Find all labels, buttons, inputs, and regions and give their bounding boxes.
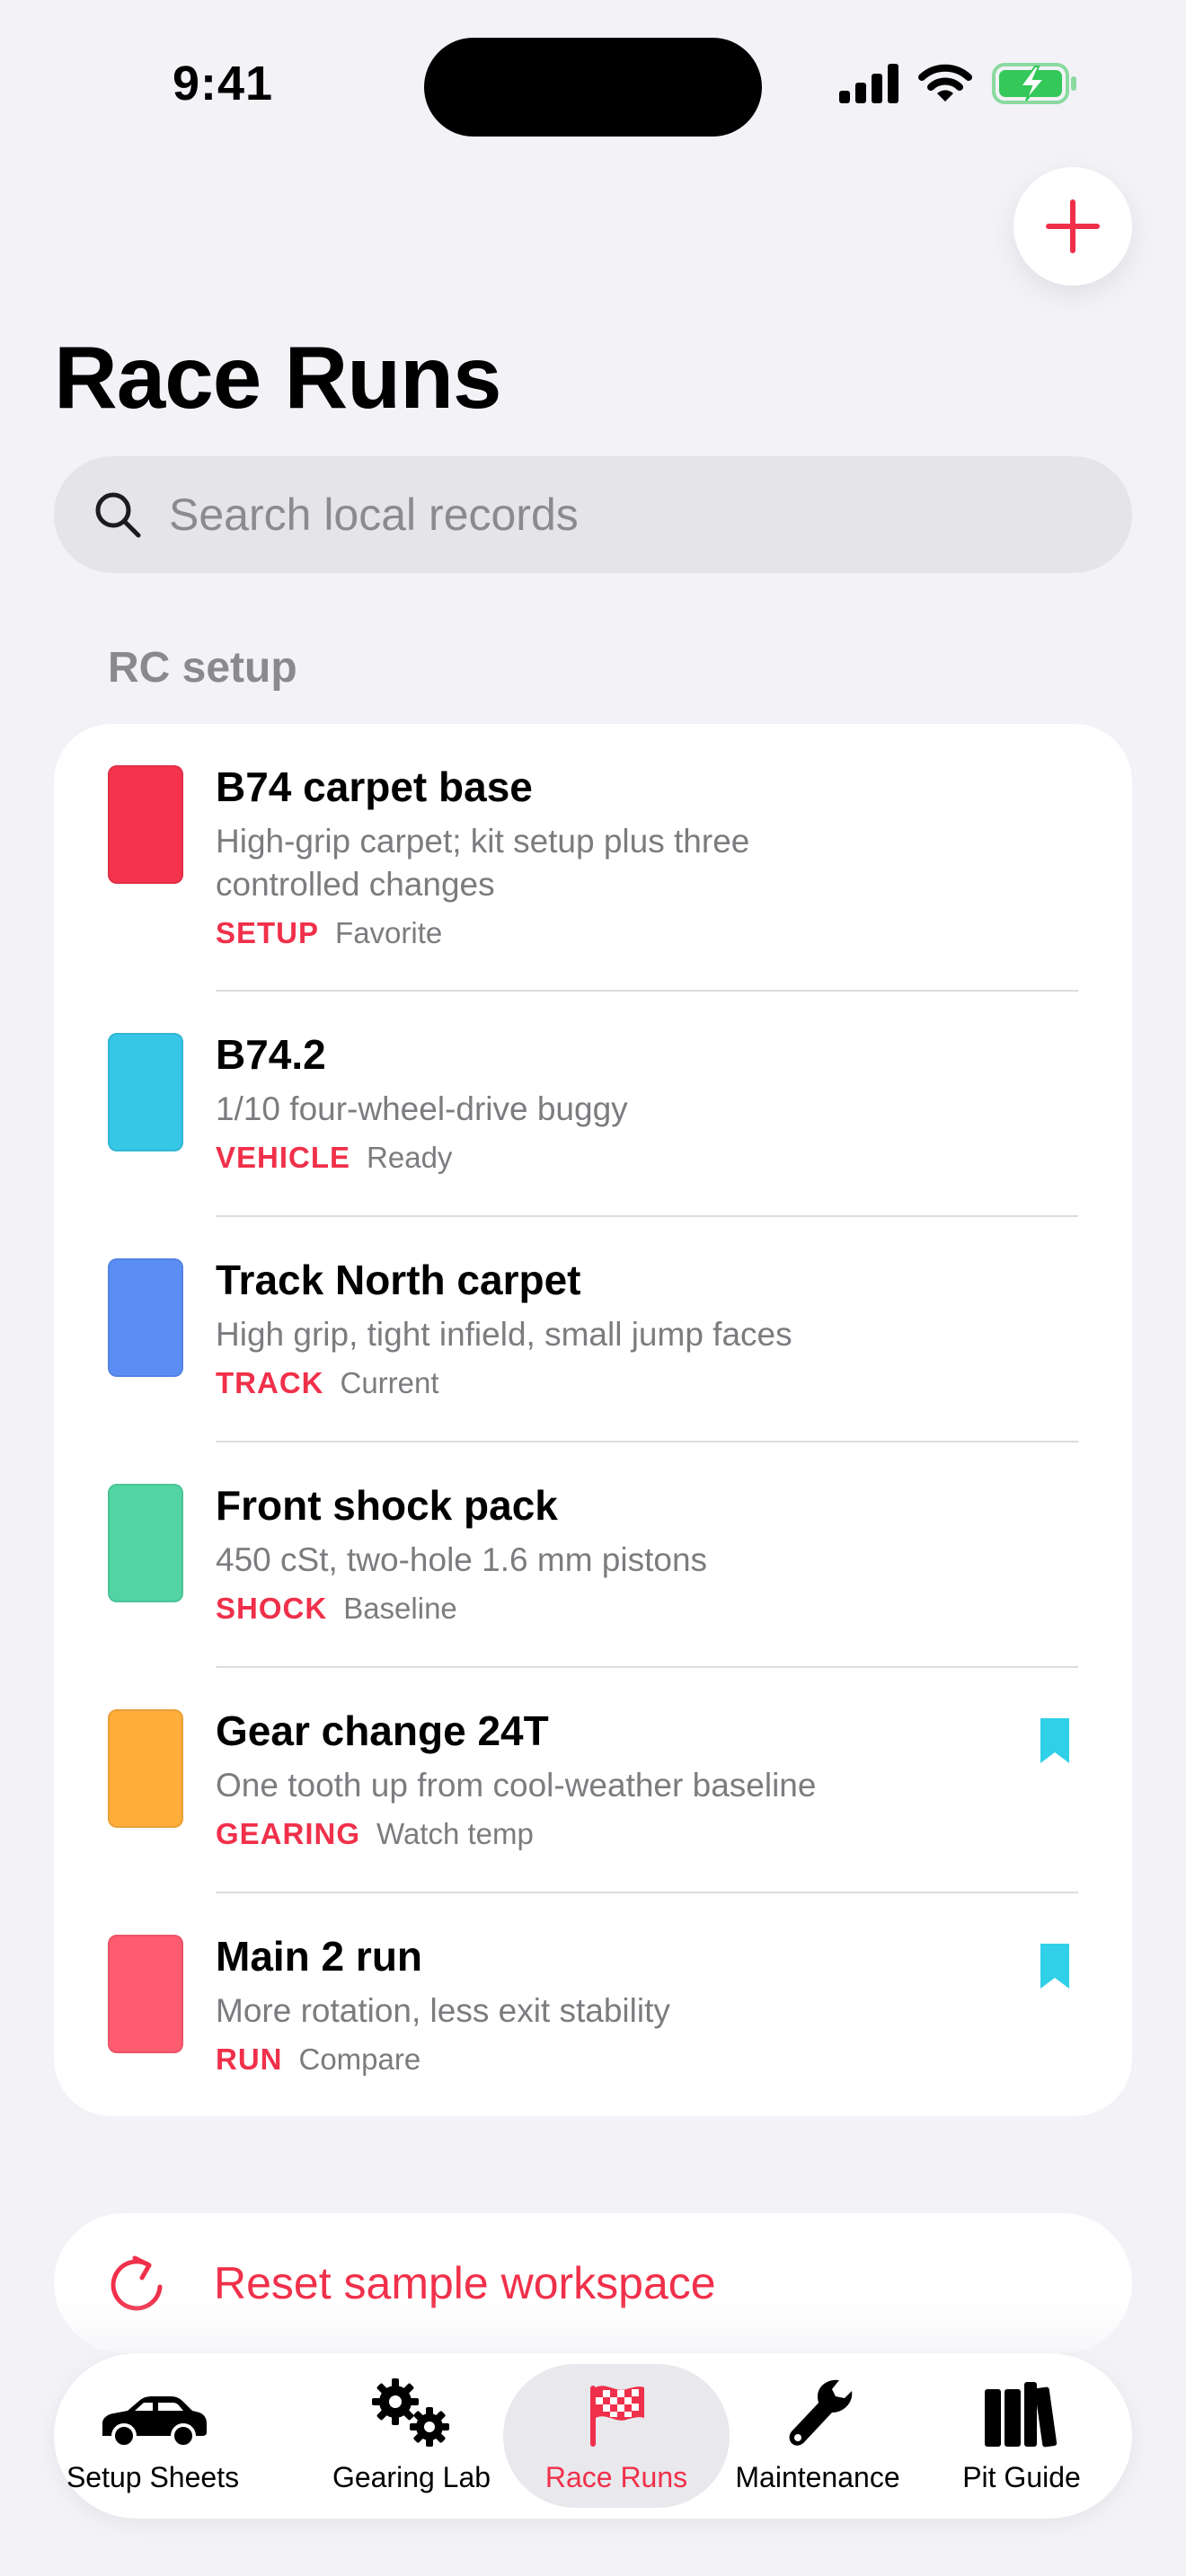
color-swatch <box>108 765 183 884</box>
record-status: Baseline <box>343 1591 457 1625</box>
list-item[interactable]: Gear change 24T One tooth up from cool-w… <box>54 1668 1132 1893</box>
record-title: Gear change 24T <box>216 1707 549 1754</box>
status-bar: 9:41 <box>0 0 1186 144</box>
record-tag: TRACK <box>216 1365 324 1399</box>
car-icon <box>102 2395 207 2448</box>
record-tag: RUN <box>216 2042 283 2076</box>
status-time: 9:41 <box>173 57 274 110</box>
checkered-flag-icon <box>590 2385 644 2447</box>
books-icon <box>985 2381 1058 2447</box>
color-swatch <box>108 1033 183 1151</box>
tab-race-runs[interactable]: Race Runs <box>503 2364 730 2508</box>
battery-charging-icon <box>992 63 1076 104</box>
wifi-icon <box>918 64 972 101</box>
tab-label: Gearing Lab <box>332 2460 491 2493</box>
search-icon <box>95 492 141 538</box>
list-item[interactable]: Main 2 run More rotation, less exit stab… <box>54 1893 1132 2119</box>
color-swatch <box>108 1935 183 2053</box>
tab-label: Pit Guide <box>962 2460 1081 2493</box>
section-header: RC setup <box>108 644 297 692</box>
search-input[interactable] <box>169 489 1067 541</box>
record-title: Main 2 run <box>216 1933 423 1980</box>
cellular-signal-icon <box>839 64 898 103</box>
tab-label: Maintenance <box>735 2460 900 2493</box>
tab-setup-sheets[interactable]: Setup Sheets <box>66 2364 239 2508</box>
record-tag: VEHICLE <box>216 1140 351 1174</box>
add-record-button[interactable] <box>1013 167 1132 286</box>
record-subtitle: 1/10 four-wheel-drive buggy <box>216 1090 628 1127</box>
list-item[interactable]: B74 carpet base High-grip carpet; kit se… <box>54 724 1132 992</box>
bookmark-icon[interactable] <box>1039 1942 1071 1990</box>
tab-gearing-lab[interactable]: Gearing Lab <box>331 2364 492 2508</box>
tab-bar: Setup Sheets Gearing Lab Race Runs Maint… <box>54 2353 1132 2519</box>
record-status: Compare <box>298 2042 421 2076</box>
dynamic-island <box>424 38 762 137</box>
records-list: B74 carpet base High-grip carpet; kit se… <box>54 724 1132 2116</box>
record-status: Watch temp <box>376 1816 534 1850</box>
tab-pit-guide[interactable]: Pit Guide <box>936 2364 1107 2508</box>
record-subtitle: One tooth up from cool-weather baseline <box>216 1766 817 1804</box>
tab-label: Race Runs <box>544 2460 688 2493</box>
record-status: Current <box>340 1365 439 1399</box>
record-subtitle: More rotation, less exit stability <box>216 1991 670 2029</box>
list-item[interactable]: B74.2 1/10 four-wheel-drive buggy VEHICL… <box>54 992 1132 1217</box>
record-subtitle: High-grip carpet; kit setup plus three c… <box>216 822 750 903</box>
record-subtitle: High grip, tight infield, small jump fac… <box>216 1315 792 1353</box>
record-title: Track North carpet <box>216 1257 581 1303</box>
color-swatch <box>108 1709 183 1828</box>
gears-icon <box>372 2378 449 2447</box>
record-title: Front shock pack <box>216 1482 558 1529</box>
record-status: Ready <box>367 1140 453 1174</box>
record-tag: SETUP <box>216 915 320 949</box>
plus-icon <box>1046 199 1100 253</box>
tab-label: Setup Sheets <box>66 2460 240 2493</box>
list-item[interactable]: Track North carpet High grip, tight infi… <box>54 1217 1132 1442</box>
record-tag: SHOCK <box>216 1591 328 1625</box>
tab-maintenance[interactable]: Maintenance <box>730 2364 906 2508</box>
bookmark-icon[interactable] <box>1039 1716 1071 1765</box>
status-icons <box>839 63 1078 104</box>
record-title: B74 carpet base <box>216 763 533 810</box>
color-swatch <box>108 1484 183 1602</box>
record-title: B74.2 <box>216 1031 326 1078</box>
wrench-icon <box>789 2379 853 2446</box>
record-tag: GEARING <box>216 1816 361 1850</box>
record-status: Favorite <box>335 915 443 949</box>
color-swatch <box>108 1258 183 1377</box>
record-subtitle: 450 cSt, two-hole 1.6 mm pistons <box>216 1540 708 1578</box>
list-item[interactable]: Front shock pack 450 cSt, two-hole 1.6 m… <box>54 1442 1132 1668</box>
page-title: Race Runs <box>54 328 502 427</box>
search-bar[interactable] <box>54 456 1132 573</box>
